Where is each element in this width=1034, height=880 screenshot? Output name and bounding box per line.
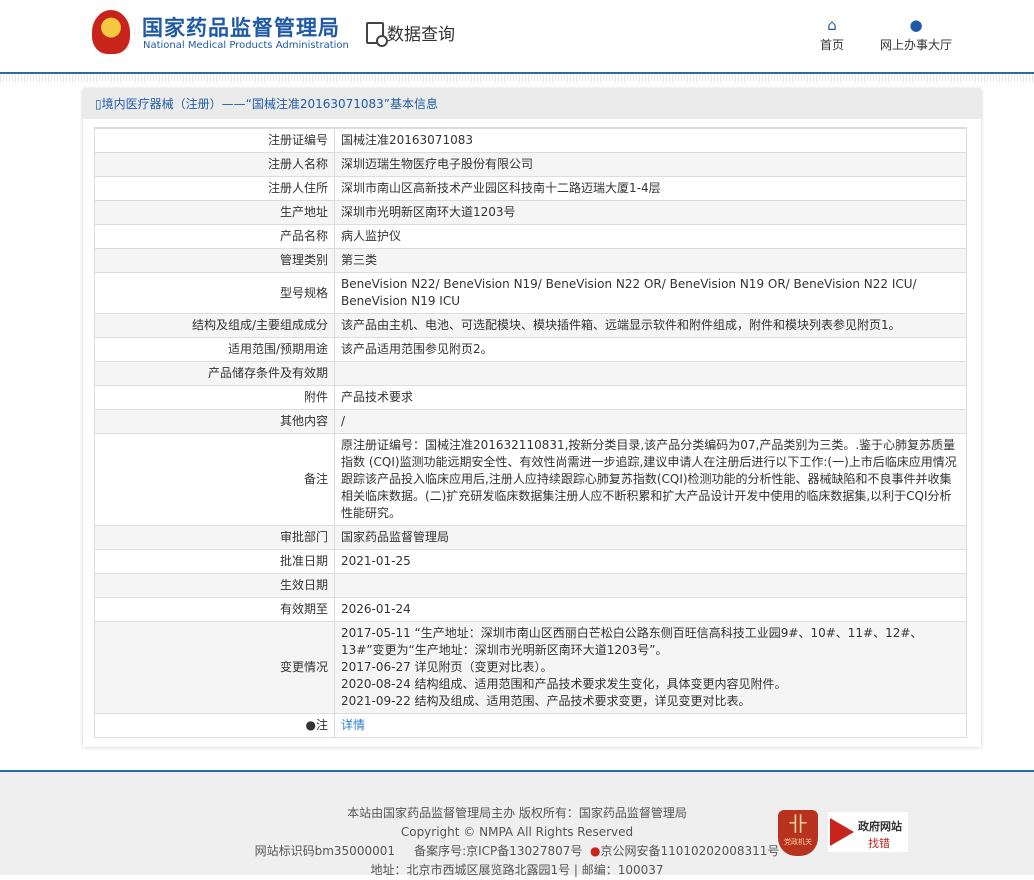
table-row: 结构及组成/主要组成成分 该产品由主机、电池、可选配模块、模块插件箱、远端显示软件…: [94, 313, 967, 338]
row-value: 该产品适用范围参见附页2。: [334, 337, 967, 362]
row-label: 批准日期: [94, 549, 335, 574]
nav-home[interactable]: ⌂ 首页: [820, 16, 844, 53]
party-emblem-icon: 卝: [788, 812, 808, 836]
header-divider: [0, 74, 1034, 82]
party-government-badge[interactable]: 卝党政机关: [778, 810, 818, 856]
lightbulb-icon: ●: [305, 718, 316, 732]
row-value: 国械注准20163071083: [334, 127, 967, 153]
table-row-note: ●注 详情: [94, 713, 967, 738]
site-id: 网站标识码bm35000001: [254, 844, 395, 858]
panel-title: ▯境内医疗器械（注册）——“国械注准20163071083”基本信息: [83, 89, 981, 119]
table-row: 批准日期 2021-01-25: [94, 549, 967, 574]
row-label: 注册人名称: [94, 152, 335, 177]
table-row: 产品名称 病人监护仪: [94, 224, 967, 249]
row-label: ●注: [94, 713, 335, 738]
row-label: 附件: [94, 385, 335, 410]
change-item: 2021-09-22 结构及组成、适用范围、产品技术要求变更，详见变更对比表。: [341, 694, 751, 708]
table-row: 生效日期: [94, 573, 967, 598]
table-row: 管理类别 第三类: [94, 248, 967, 273]
row-label: 适用范围/预期用途: [94, 337, 335, 362]
row-label: 产品名称: [94, 224, 335, 249]
row-value: 第三类: [334, 248, 967, 273]
nav-online-hall[interactable]: ● 网上办事大厅: [880, 16, 952, 53]
row-value: /: [334, 409, 967, 434]
gov-site-error-report-badge[interactable]: 政府网站 找错: [828, 812, 908, 852]
table-row: 其他内容 /: [94, 409, 967, 434]
table-row: 有效期至 2026-01-24: [94, 597, 967, 622]
row-value: 该产品由主机、电池、可选配模块、模块插件箱、远端显示软件和附件组成，附件和模块列…: [334, 313, 967, 338]
badge-sub: 找错: [868, 837, 890, 850]
nav-home-label: 首页: [820, 38, 845, 52]
info-table: 注册证编号 国械注准20163071083 注册人名称 深圳迈瑞生物医疗电子股份有限公…: [94, 127, 967, 738]
change-item: 2017-06-27 详见附页（变更对比表）。: [341, 660, 553, 674]
row-label: 型号规格: [94, 272, 335, 314]
footer: 本站由国家药品监督管理局主办 版权所有：国家药品监督管理局 Copyright …: [0, 770, 1034, 877]
table-row: 生产地址 深圳市光明新区南环大道1203号: [94, 200, 967, 225]
user-icon: ●: [909, 16, 923, 34]
row-label: 生效日期: [94, 573, 335, 598]
row-value: 深圳市南山区高新技术产业园区科技南十二路迈瑞大厦1-4层: [334, 176, 967, 201]
row-label: 其他内容: [94, 409, 335, 434]
row-label: 结构及组成/主要组成成分: [94, 313, 335, 338]
row-label: 产品储存条件及有效期: [94, 361, 335, 386]
table-row: 审批部门 国家药品监督管理局: [94, 525, 967, 550]
row-value: 2017-05-11 “生产地址：深圳市南山区西丽白芒松白公路东侧百旺信高科技工…: [334, 621, 967, 714]
row-value: 原注册证编号：国械注准201632110831,按新分类目录,该产品分类编码为0…: [334, 433, 967, 526]
table-row: 适用范围/预期用途 该产品适用范围参见附页2。: [94, 337, 967, 362]
row-value: 深圳迈瑞生物医疗电子股份有限公司: [334, 152, 967, 177]
header: 国家药品监督管理局 National Medical Products Admi…: [0, 0, 1034, 74]
brand-subtitle: National Medical Products Administration: [143, 40, 349, 51]
row-label: 生产地址: [94, 200, 335, 225]
table-row: 注册人住所 深圳市南山区高新技术产业园区科技南十二路迈瑞大厦1-4层: [94, 176, 967, 201]
data-query-title: 数据查询: [366, 20, 455, 47]
national-emblem-logo: [92, 10, 130, 54]
table-row-changes: 变更情况 2017-05-11 “生产地址：深圳市南山区西丽白芒松白公路东侧百旺信…: [94, 621, 967, 714]
row-label: 备注: [94, 433, 335, 526]
brand-title[interactable]: 国家药品监督管理局: [142, 12, 340, 42]
nav-online-hall-label: 网上办事大厅: [880, 38, 953, 52]
row-value: 国家药品监督管理局: [334, 525, 967, 550]
change-item: 2017-05-11 “生产地址：深圳市南山区西丽白芒松白公路东侧百旺信高科技工…: [341, 626, 923, 657]
home-icon: ⌂: [827, 16, 837, 34]
police-record-link[interactable]: 京公网安备11010202008311号: [600, 844, 779, 858]
data-query-label: 数据查询: [387, 25, 455, 45]
icp-link[interactable]: 备案序号:京ICP备13027807号: [414, 844, 582, 858]
panel-title-text: 境内医疗器械（注册）——“国械注准20163071083”基本信息: [101, 97, 439, 111]
change-item: 2020-08-24 结构组成、适用范围和产品技术要求发生变化，具体变更内容见附…: [341, 677, 787, 691]
row-label: 有效期至: [94, 597, 335, 622]
police-badge-icon: ●: [590, 844, 601, 858]
table-row: 型号规格 BeneVision N22/ BeneVision N19/ Bene…: [94, 272, 967, 314]
note-label: 注: [315, 718, 328, 732]
row-value: 2021-01-25: [334, 549, 967, 574]
row-value: 产品技术要求: [334, 385, 967, 410]
detail-panel: ▯境内医疗器械（注册）——“国械注准20163071083”基本信息 注册证编号…: [83, 89, 981, 747]
table-row: 备注 原注册证编号：国械注准201632110831,按新分类目录,该产品分类编码…: [94, 433, 967, 526]
row-value: 深圳市光明新区南环大道1203号: [334, 200, 967, 225]
table-row: 注册证编号 国械注准20163071083: [94, 127, 967, 153]
row-value: [334, 573, 967, 598]
magnifier-icon: [830, 818, 854, 846]
row-label: 注册人住所: [94, 176, 335, 201]
party-government-badge-label: 党政机关: [784, 838, 812, 846]
row-value: 2026-01-24: [334, 597, 967, 622]
row-value: 病人监护仪: [334, 224, 967, 249]
details-link[interactable]: 详情: [341, 718, 365, 732]
search-document-icon: [366, 21, 388, 47]
footer-address: 地址：北京市西城区展览路北露园1号 | 邮编：100037: [370, 863, 664, 877]
row-value: 详情: [334, 713, 967, 738]
row-value: BeneVision N22/ BeneVision N19/ BeneVisi…: [334, 272, 967, 314]
table-row: 附件 产品技术要求: [94, 385, 967, 410]
row-label: 注册证编号: [94, 127, 335, 153]
document-icon: ▯: [95, 97, 102, 111]
row-label: 审批部门: [94, 525, 335, 550]
table-row: 注册人名称 深圳迈瑞生物医疗电子股份有限公司: [94, 152, 967, 177]
row-label: 管理类别: [94, 248, 335, 273]
row-value: [334, 361, 967, 386]
table-row: 产品储存条件及有效期: [94, 361, 967, 386]
row-label: 变更情况: [94, 621, 335, 714]
